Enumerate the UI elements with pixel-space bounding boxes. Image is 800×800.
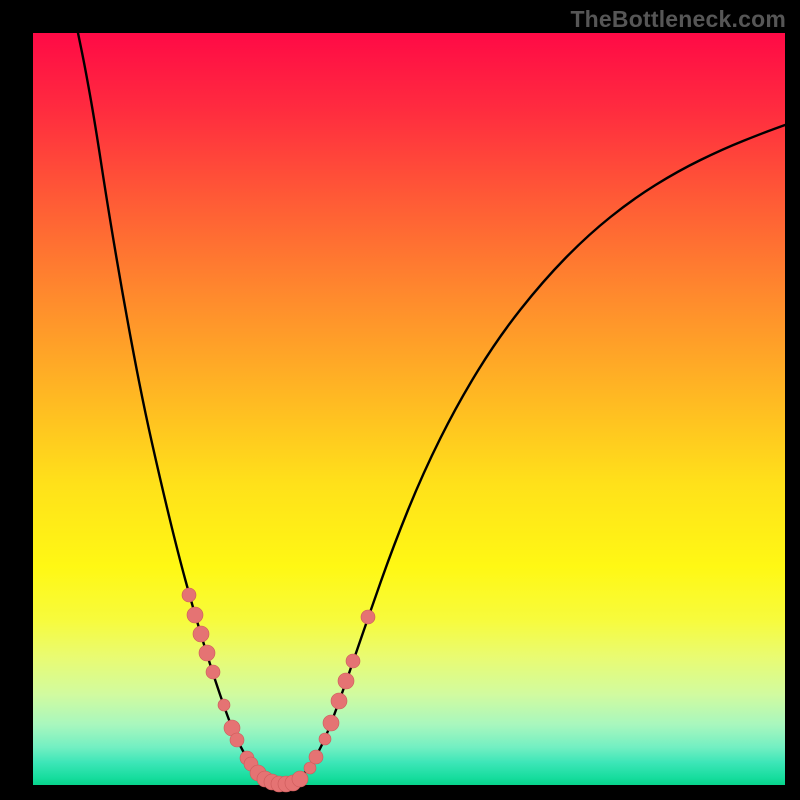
data-marker [323, 715, 339, 731]
data-marker [193, 626, 209, 642]
data-marker [346, 654, 360, 668]
data-markers [182, 588, 375, 792]
data-marker [230, 733, 244, 747]
data-marker [292, 771, 308, 787]
chart-frame: TheBottleneck.com [0, 0, 800, 800]
bottleneck-curve-svg [33, 33, 785, 785]
data-marker [199, 645, 215, 661]
data-marker [331, 693, 347, 709]
data-marker [338, 673, 354, 689]
data-marker [187, 607, 203, 623]
data-marker [182, 588, 196, 602]
data-marker [309, 750, 323, 764]
bottleneck-curve [78, 33, 785, 785]
data-marker [319, 733, 331, 745]
data-marker [361, 610, 375, 624]
watermark-text: TheBottleneck.com [570, 6, 786, 33]
plot-area [33, 33, 785, 785]
data-marker [218, 699, 230, 711]
data-marker [206, 665, 220, 679]
